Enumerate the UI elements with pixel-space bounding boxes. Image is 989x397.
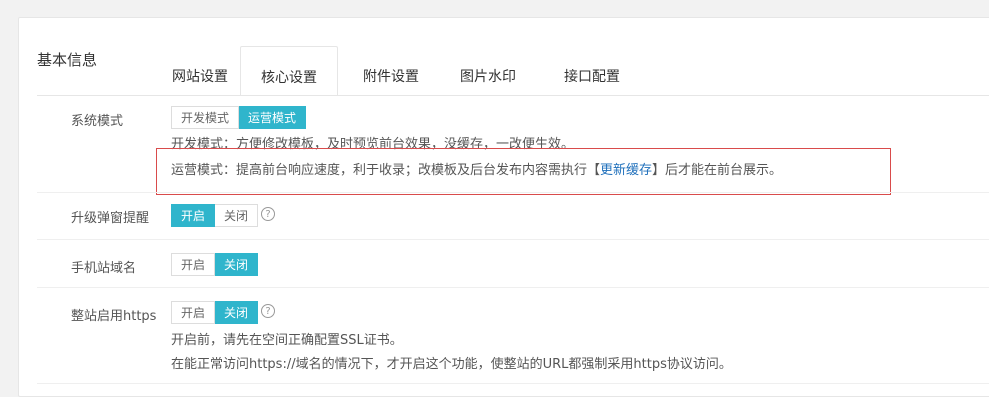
tab-image-watermark[interactable]: 图片水印 [443, 46, 533, 96]
row-divider [37, 287, 989, 288]
tab-site-settings[interactable]: 网站设置 [160, 46, 240, 96]
upgrade-popup-on[interactable]: 开启 [171, 204, 216, 227]
row-divider [37, 383, 989, 384]
mobile-domain-off[interactable]: 关闭 [215, 253, 259, 276]
question-circle-icon[interactable]: ? [261, 207, 275, 221]
settings-panel: 基本信息 网站设置 核心设置 附件设置 图片水印 接口配置 系统模式 开发模式 … [18, 17, 989, 397]
question-circle-icon[interactable]: ? [261, 304, 275, 318]
ops-desc-suffix: 】后才能在前台展示。 [652, 163, 783, 178]
tab-api-config[interactable]: 接口配置 [547, 46, 637, 96]
dev-mode-option[interactable]: 开发模式 [171, 106, 240, 129]
tab-divider [37, 95, 989, 96]
https-description-2: 在能正常访问https://域名的情况下，才开启这个功能，使整站的URL都强制采… [171, 357, 732, 372]
panel-title: 基本信息 [37, 51, 98, 69]
mobile-domain-toggle: 开启 关闭 [171, 253, 259, 276]
https-on[interactable]: 开启 [171, 301, 216, 324]
mobile-domain-on[interactable]: 开启 [171, 253, 216, 276]
https-toggle: 开启 关闭 [171, 301, 259, 324]
https-description-1: 开启前，请先在空间正确配置SSL证书。 [171, 333, 403, 348]
tab-bar: 网站设置 核心设置 附件设置 图片水印 接口配置 [160, 46, 989, 96]
ops-mode-option[interactable]: 运营模式 [239, 106, 307, 129]
upgrade-popup-off[interactable]: 关闭 [215, 204, 259, 227]
tab-attachment-settings[interactable]: 附件设置 [346, 46, 436, 96]
row-divider [37, 192, 989, 193]
system-mode-toggle: 开发模式 运营模式 [171, 106, 307, 129]
tab-core-settings[interactable]: 核心设置 [240, 46, 338, 96]
upgrade-popup-toggle: 开启 关闭 [171, 204, 259, 227]
ops-mode-description: 运营模式：提高前台响应速度，利于收录；改模板及后台发布内容需执行【更新缓存】后才… [171, 159, 782, 178]
ops-desc-prefix: 运营模式：提高前台响应速度，利于收录；改模板及后台发布内容需执行【 [171, 163, 601, 178]
row-divider [37, 239, 989, 240]
https-off[interactable]: 关闭 [215, 301, 259, 324]
update-cache-link[interactable]: 更新缓存 [600, 163, 652, 178]
